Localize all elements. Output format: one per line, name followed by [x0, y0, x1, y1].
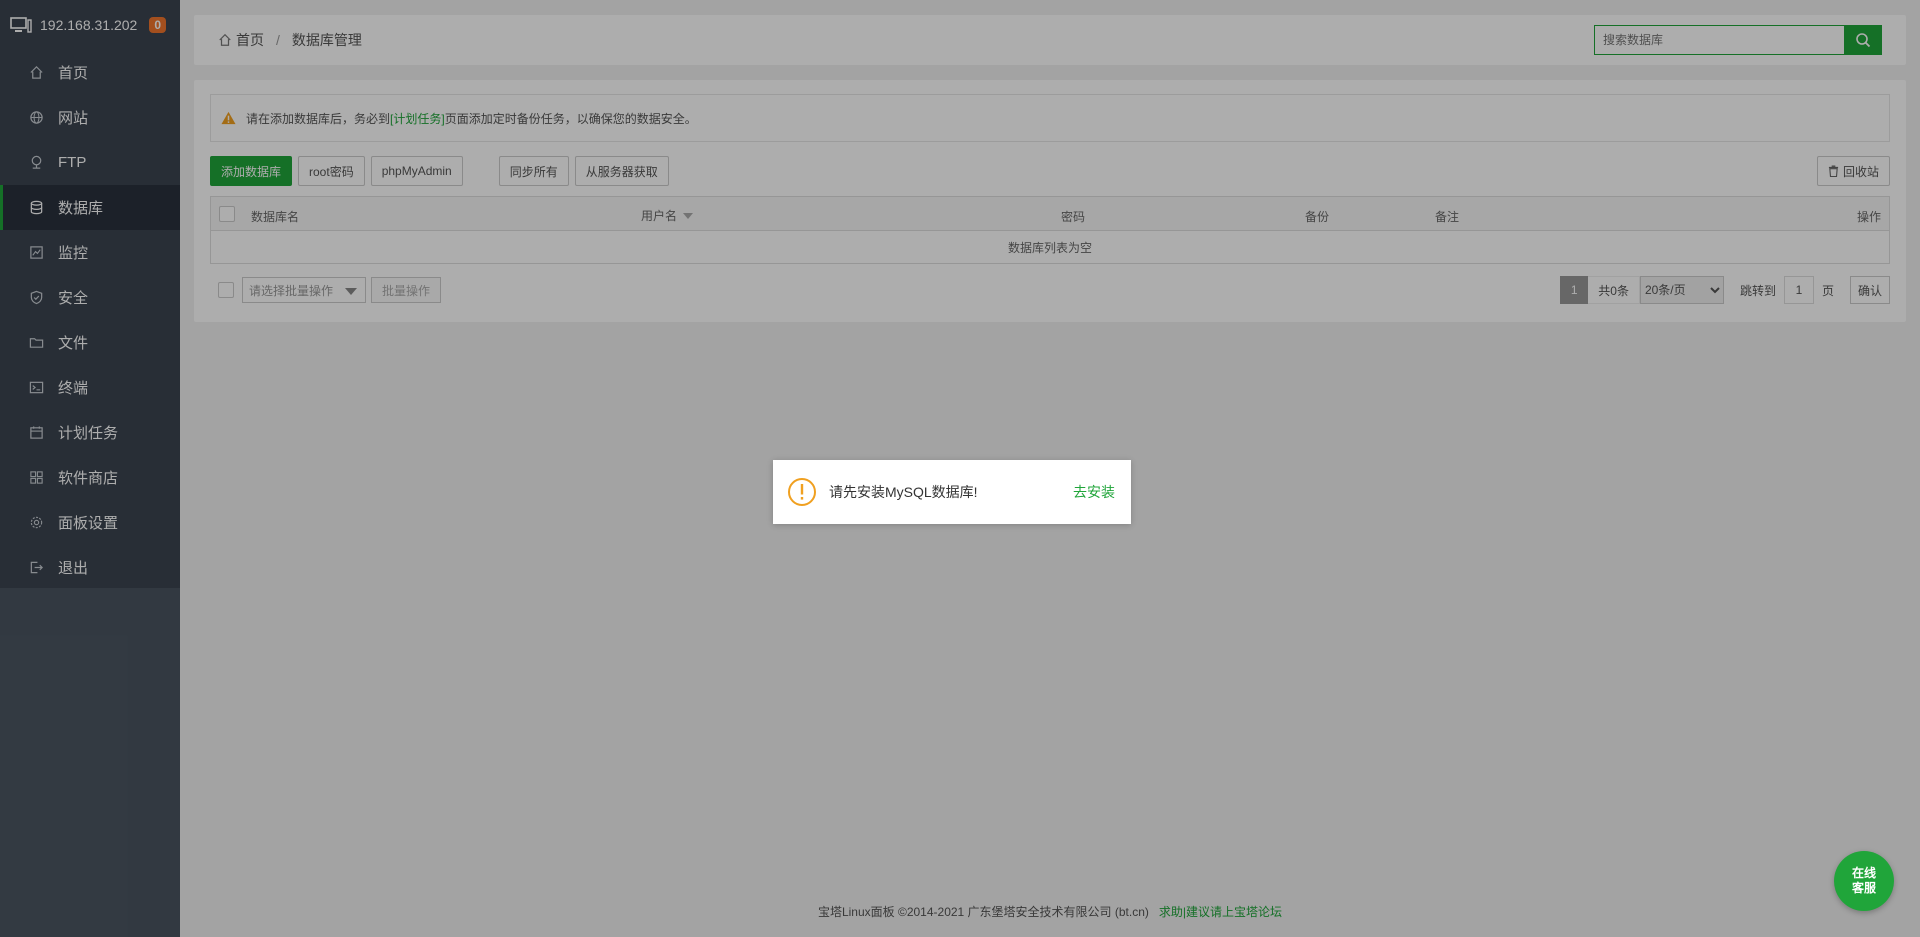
online-support-line1: 在线	[1851, 866, 1876, 880]
dialog-message: 请先安装MySQL数据库!	[829, 484, 978, 500]
install-mysql-dialog: 请先安装MySQL数据库! 去安装	[773, 460, 1131, 524]
go-install-button[interactable]: 去安装	[1073, 482, 1115, 502]
online-support-button[interactable]: 在线 客服	[1834, 851, 1894, 911]
online-support-line2: 客服	[1851, 881, 1876, 895]
exclamation-icon	[788, 478, 816, 506]
online-support-label: 在线 客服	[1852, 866, 1876, 896]
